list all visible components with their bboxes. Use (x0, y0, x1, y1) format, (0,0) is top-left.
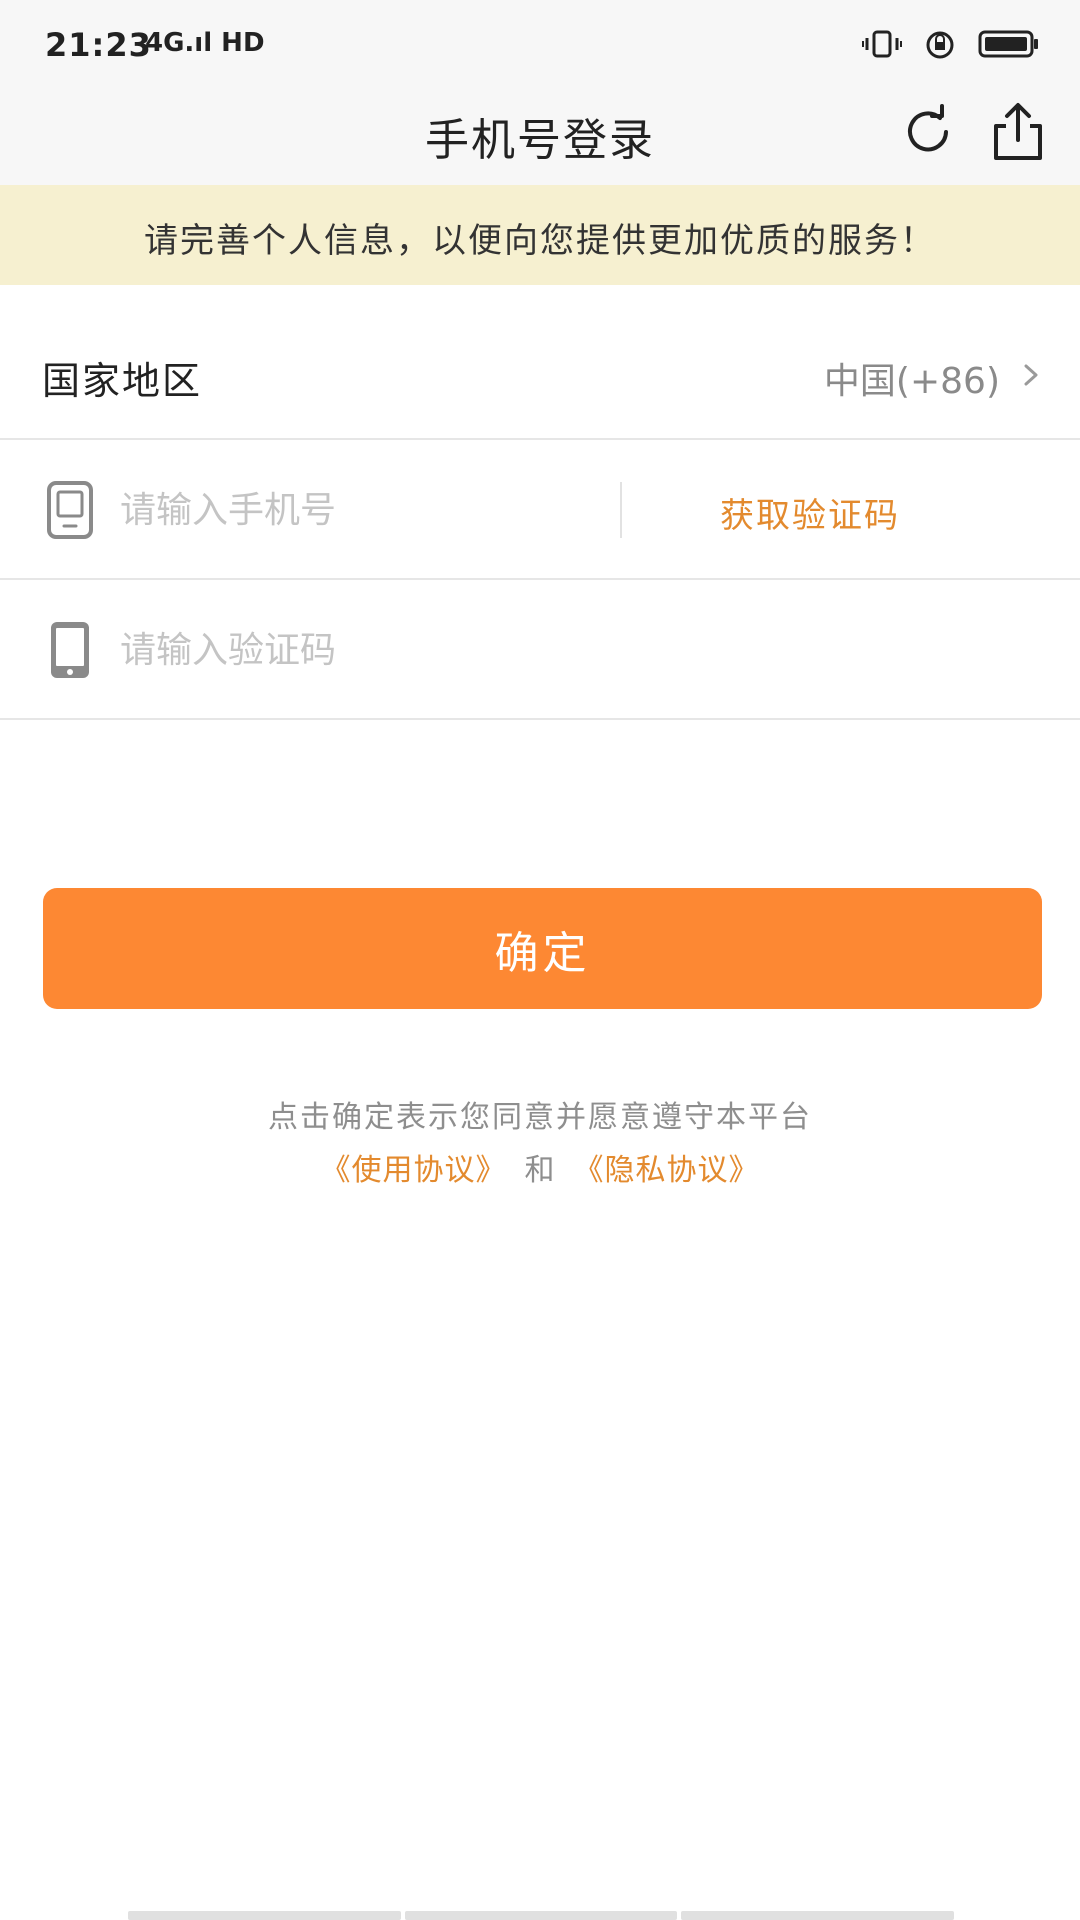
country-region-row[interactable]: 国家地区 中国(+86) (0, 300, 1080, 440)
field-divider (620, 482, 622, 538)
privacy-policy-link[interactable]: 《隐私协议》 (574, 1153, 760, 1188)
title-bar: 手机号登录 (0, 90, 1080, 185)
country-value: 中国(+86) (823, 361, 1000, 402)
phone-input[interactable] (120, 478, 600, 542)
verification-code-row (0, 580, 1080, 720)
bottom-indicator-segment (404, 1911, 678, 1920)
agreement-links: 《使用协议》和《隐私协议》 (0, 1145, 1080, 1189)
status-time: 21:23 (45, 26, 152, 64)
terms-of-use-link[interactable]: 《使用协议》 (321, 1153, 507, 1188)
login-page: 21:23 4G.ıl HD 手机号登录 请完善个人信息，以便向您提供更加优质的… (0, 0, 1080, 1920)
phone-icon (47, 481, 93, 539)
agreement-and-text: 和 (524, 1153, 556, 1188)
agreement-text: 点击确定表示您同意并愿意遵守本平台 (268, 1100, 812, 1135)
vibrate-icon (862, 30, 902, 58)
get-code-button[interactable]: 获取验证码 (720, 488, 900, 537)
mobile-device-icon (51, 622, 89, 678)
notice-text: 请完善个人信息，以便向您提供更加优质的服务！ (144, 221, 936, 261)
verification-code-input[interactable] (120, 618, 600, 682)
alarm-icon (926, 31, 954, 59)
signal-indicator: 4G.ıl HD (145, 28, 265, 58)
battery-icon (978, 30, 1038, 58)
refresh-icon[interactable] (898, 102, 958, 162)
country-label: 国家地区 (42, 359, 203, 403)
phone-row: 获取验证码 (0, 440, 1080, 580)
status-bar: 21:23 4G.ıl HD (0, 0, 1080, 90)
bottom-indicator-segment (128, 1911, 401, 1920)
bottom-nav-indicator (128, 1911, 955, 1920)
confirm-button[interactable]: 确定 (43, 888, 1042, 1009)
notice-banner: 请完善个人信息，以便向您提供更加优质的服务！ (0, 185, 1080, 285)
status-icons (862, 28, 1040, 60)
bottom-indicator-segment (681, 1911, 955, 1920)
share-icon[interactable] (988, 100, 1048, 164)
chevron-right-icon (1024, 364, 1038, 386)
